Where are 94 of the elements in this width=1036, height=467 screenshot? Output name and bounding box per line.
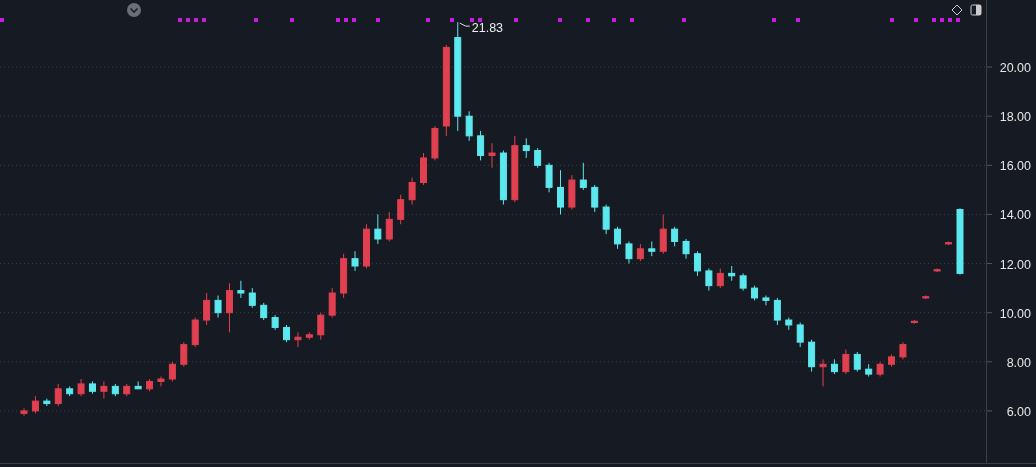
rising-candle [305, 331, 313, 341]
rising-candle [568, 174, 576, 210]
falling-candle [853, 351, 861, 373]
falling-candle [693, 250, 701, 277]
leader-line [459, 22, 471, 27]
rising-candle [945, 240, 953, 246]
falling-candle [351, 250, 359, 272]
falling-candle [214, 295, 222, 319]
falling-candle [648, 240, 656, 257]
axis-label: 6.00 [1006, 404, 1031, 419]
falling-candle [591, 184, 599, 213]
falling-candle [248, 287, 256, 309]
rising-candle [431, 125, 439, 161]
rising-candle [842, 349, 850, 375]
falling-candle [557, 169, 564, 215]
rising-candle [362, 223, 370, 269]
falling-candle [796, 322, 804, 348]
falling-candle [237, 280, 245, 299]
price-label: 21.83 [471, 21, 504, 36]
falling-candle [66, 385, 74, 397]
falling-candle [785, 317, 793, 331]
axis-label: 12.00 [999, 257, 1031, 272]
rising-candle [168, 361, 176, 382]
falling-candle [602, 204, 610, 235]
falling-candle [499, 150, 507, 206]
falling-candle [751, 285, 759, 301]
axis-label: 16.00 [999, 159, 1031, 174]
rising-candle [180, 341, 188, 368]
rising-candle [397, 194, 405, 225]
axis-label: 8.00 [1006, 355, 1031, 370]
falling-candle [477, 130, 485, 161]
rising-candle [294, 331, 302, 348]
falling-candle [545, 162, 553, 193]
rising-candle [659, 213, 667, 255]
rising-candle [511, 135, 519, 203]
rising-candle [77, 378, 85, 397]
rising-candle [328, 287, 336, 319]
falling-candle [111, 383, 119, 397]
falling-candle [43, 398, 51, 407]
falling-candle [728, 265, 736, 282]
rising-candle [157, 376, 165, 387]
falling-candle [89, 380, 96, 395]
falling-candle [808, 339, 816, 373]
rising-candle [922, 295, 930, 300]
rising-candle [899, 341, 907, 360]
falling-candle [260, 302, 268, 321]
diamond-icon[interactable] [951, 4, 963, 16]
rising-candle [819, 358, 827, 387]
falling-candle [614, 226, 622, 250]
falling-candle [283, 324, 291, 343]
axis-label: 18.00 [999, 110, 1031, 125]
rising-candle [716, 267, 724, 289]
rising-candle [408, 177, 416, 206]
panel-icon[interactable] [970, 4, 982, 16]
falling-candle [579, 162, 587, 191]
falling-candle [739, 272, 747, 292]
rising-candle [20, 407, 28, 417]
axis-label: 20.00 [999, 61, 1031, 76]
falling-candle [465, 110, 473, 142]
falling-candle [682, 238, 690, 260]
rising-candle [100, 380, 108, 400]
falling-candle [534, 147, 542, 169]
rising-candle [933, 267, 941, 273]
axis-label: 14.00 [999, 208, 1031, 223]
falling-candle [705, 267, 713, 292]
falling-candle [522, 137, 530, 159]
rising-candle [488, 142, 496, 169]
rising-candle [876, 361, 884, 378]
rising-candle [203, 292, 211, 326]
rising-candle [910, 319, 918, 325]
rising-candle [123, 383, 131, 397]
rising-candle [340, 253, 348, 299]
falling-candle [865, 363, 873, 378]
rising-candle [225, 282, 233, 333]
rising-candle [146, 378, 154, 392]
falling-candle [625, 240, 633, 265]
falling-candle [134, 380, 142, 390]
falling-candle [671, 226, 679, 247]
axis-label: 10.00 [999, 306, 1031, 321]
rising-candle [317, 312, 325, 341]
rising-candle [385, 211, 393, 242]
rising-candle [54, 383, 62, 407]
falling-candle [271, 314, 279, 331]
chevron-down-icon[interactable] [127, 3, 141, 17]
falling-candle [956, 207, 964, 276]
rising-candle [636, 243, 644, 262]
falling-candle [830, 358, 838, 375]
rising-candle [31, 395, 39, 414]
falling-candle [762, 295, 770, 306]
rising-candle [420, 152, 427, 186]
falling-candle [773, 297, 781, 326]
falling-candle [374, 213, 382, 245]
rising-candle [191, 317, 199, 348]
rising-candle [888, 353, 895, 368]
